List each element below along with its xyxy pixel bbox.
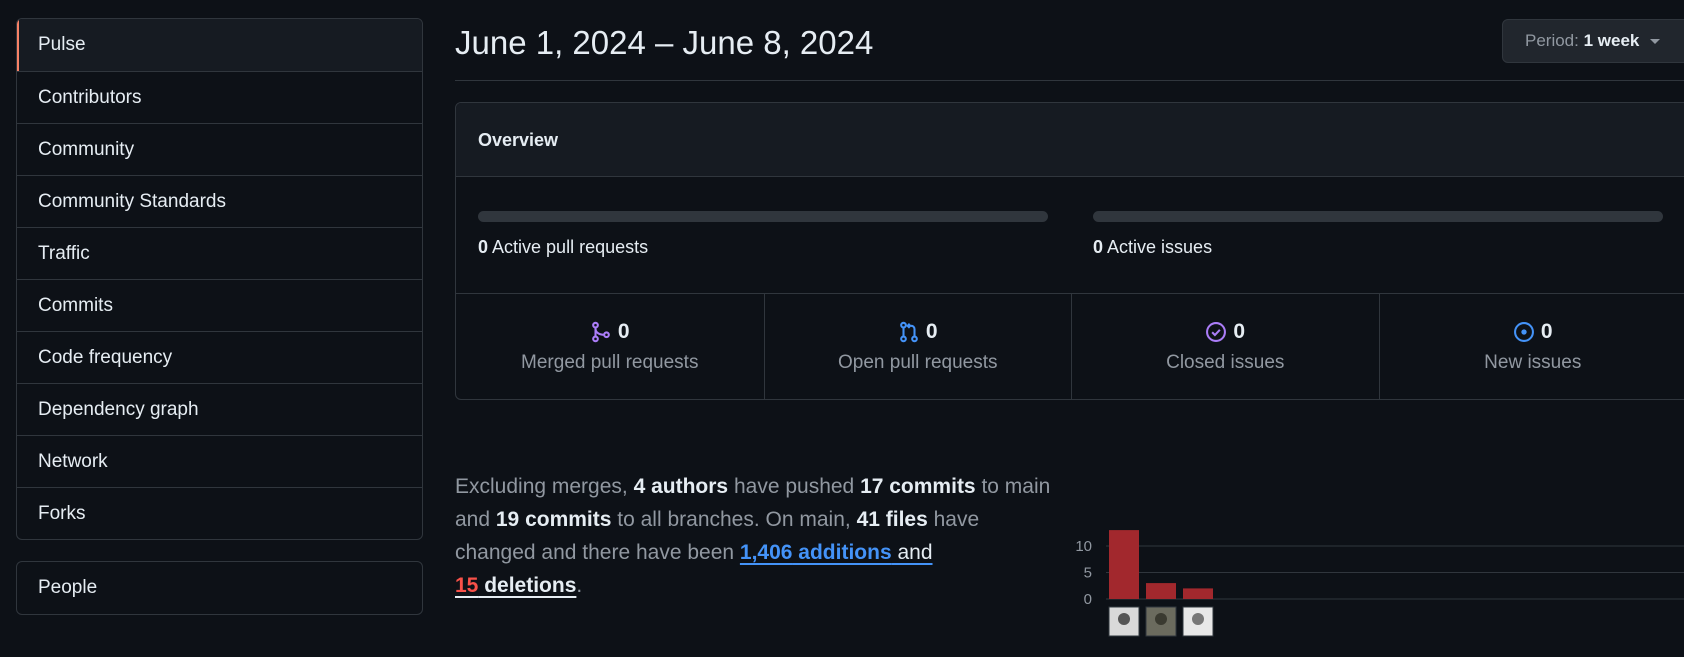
closed-issues-stat[interactable]: 0 Closed issues	[1071, 294, 1379, 399]
active-issues-label: Active issues	[1107, 237, 1213, 257]
commits-by-author-chart: 0 5 10	[1075, 530, 1684, 637]
new-issues-label: New issues	[1484, 352, 1582, 373]
sidebar-item-people[interactable]: People	[17, 562, 422, 614]
active-issues-link[interactable]: 0 Active issues	[1093, 237, 1212, 258]
main-commits-count: 17 commits	[860, 475, 976, 498]
additions-link[interactable]: 1,406 additions and	[740, 541, 933, 564]
issues-progress-bar	[1093, 211, 1663, 222]
y-tick-label: 10	[1075, 538, 1092, 555]
merged-pull-requests-stat[interactable]: 0 Merged pull requests	[456, 294, 764, 399]
closed-issues-label: Closed issues	[1166, 352, 1285, 373]
authors-count: 4 authors	[633, 475, 729, 498]
open-pull-requests-stat[interactable]: 0 Open pull requests	[763, 294, 1072, 399]
issue-opened-icon	[1513, 322, 1534, 342]
sidebar-item-code-frequency[interactable]: Code frequency	[17, 331, 422, 383]
avatar-image	[1118, 613, 1130, 625]
open-pull-requests-count: 0	[925, 320, 938, 343]
merged-pull-requests-count: 0	[617, 320, 630, 343]
pull-requests-progress-bar	[478, 211, 1048, 222]
avatar-image	[1192, 613, 1204, 625]
sidebar-item-dependency-graph[interactable]: Dependency graph	[17, 383, 422, 435]
sidebar-item-forks[interactable]: Forks	[17, 487, 422, 539]
new-issues-count: 0	[1540, 320, 1553, 343]
active-pull-requests-link[interactable]: 0 Active pull requests	[478, 237, 648, 258]
summary-text: have pushed	[728, 475, 861, 498]
author-commit-bar[interactable]	[1183, 588, 1213, 599]
deletions-link[interactable]: 15 deletions	[455, 574, 576, 597]
chart-avatars	[1108, 606, 1214, 637]
chart-bars	[1109, 530, 1213, 599]
sidebar-item-traffic[interactable]: Traffic	[17, 227, 422, 279]
deletions-word: deletions	[478, 574, 577, 597]
files-changed-count: 41 files	[856, 508, 928, 531]
author-commit-bar[interactable]	[1146, 583, 1176, 599]
all-commits-count: 19 commits	[495, 508, 612, 531]
active-issues-count: 0	[1093, 237, 1104, 257]
caret-down-icon	[1650, 39, 1661, 45]
sidebar-item-community[interactable]: Community	[17, 123, 422, 175]
page-title: June 1, 2024 – June 8, 2024	[455, 24, 874, 61]
git-pull-request-icon	[900, 321, 918, 343]
sidebar-item-network[interactable]: Network	[17, 435, 422, 487]
sidebar-item-pulse[interactable]: Pulse	[17, 19, 422, 71]
active-pull-requests-label: Active pull requests	[492, 237, 649, 257]
sidebar-item-community-standards[interactable]: Community Standards	[17, 175, 422, 227]
period-dropdown-button[interactable]: Period: 1 week	[1502, 19, 1684, 63]
period-prefix: Period:	[1525, 31, 1579, 50]
y-tick-label: 5	[1084, 565, 1092, 582]
active-pull-requests-count: 0	[478, 237, 489, 257]
git-merge-icon	[592, 321, 610, 343]
summary-text: Excluding merges,	[455, 475, 634, 498]
deletions-count: 15	[455, 574, 479, 597]
author-commit-bar[interactable]	[1109, 530, 1139, 599]
summary-text: to all branches. On main,	[611, 508, 857, 531]
additions-word: additions	[792, 541, 892, 564]
issue-closed-icon	[1206, 322, 1227, 342]
closed-issues-count: 0	[1233, 320, 1246, 343]
open-pull-requests-label: Open pull requests	[838, 352, 998, 373]
sidebar-item-commits[interactable]: Commits	[17, 279, 422, 331]
y-tick-label: 0	[1084, 591, 1092, 608]
insights-sidebar: Pulse Contributors Community Community S…	[16, 18, 423, 540]
people-sidebar: People	[16, 561, 423, 615]
period-value: 1 week	[1583, 31, 1640, 50]
additions-count: 1,406	[739, 541, 793, 564]
new-issues-stat[interactable]: 0 New issues	[1378, 294, 1684, 399]
sidebar-item-contributors[interactable]: Contributors	[17, 71, 422, 123]
overview-stats-row: 0 Merged pull requests 0 Open pull reque…	[456, 293, 1684, 399]
merged-pull-requests-label: Merged pull requests	[521, 352, 699, 373]
commit-summary: Excluding merges, 4 authors have pushed …	[455, 470, 1065, 602]
overview-title: Overview	[456, 103, 1684, 177]
avatar-image	[1155, 613, 1167, 625]
additions-and: and	[891, 541, 933, 564]
summary-text: .	[576, 574, 583, 597]
header-divider	[455, 80, 1684, 81]
overview-panel: Overview 0 Active pull requests 0 Active…	[455, 102, 1684, 400]
